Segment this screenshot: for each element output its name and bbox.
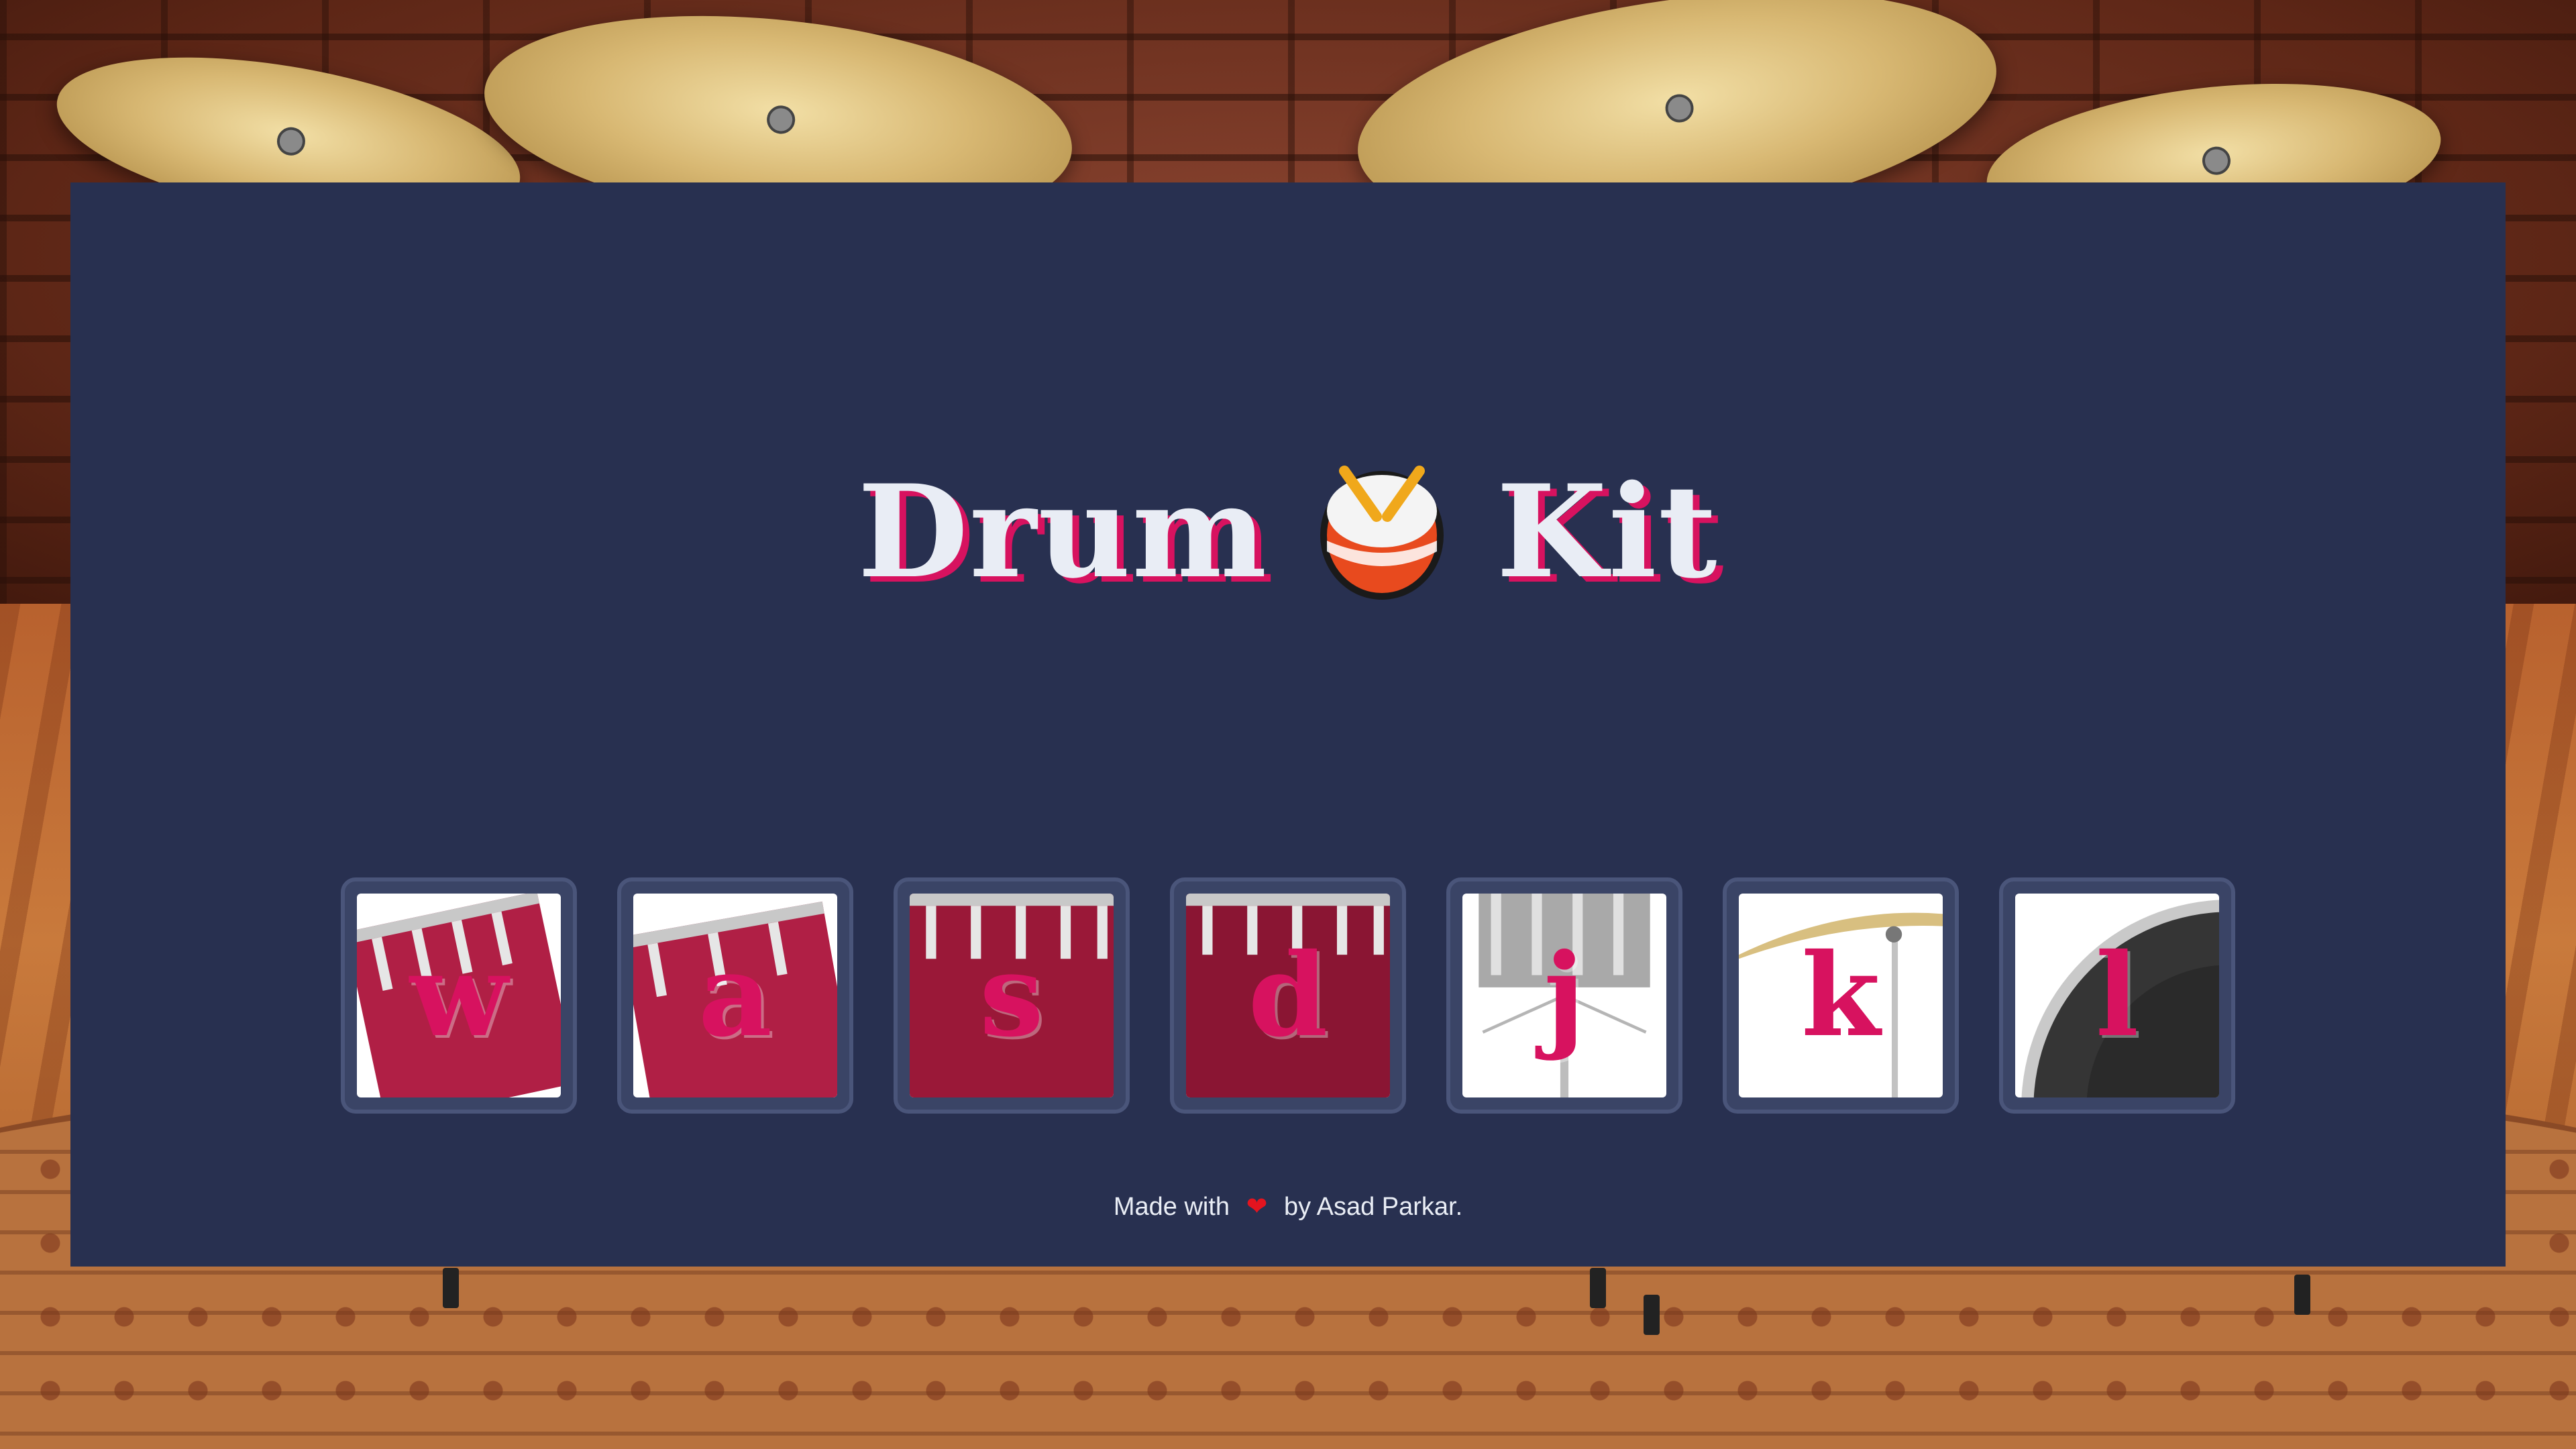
drum-key-face: s bbox=[910, 894, 1114, 1097]
title-word-kit: Kit bbox=[1496, 456, 1719, 606]
drum-key-face: a bbox=[633, 894, 837, 1097]
footer-prefix: Made with bbox=[1113, 1193, 1230, 1221]
key-letter: j bbox=[1544, 928, 1585, 1063]
key-letter: d bbox=[1248, 928, 1328, 1063]
page-title: Drum Kit bbox=[70, 451, 2506, 612]
key-letter: k bbox=[1801, 928, 1880, 1063]
key-letter: a bbox=[698, 928, 773, 1063]
drum-key-a[interactable]: a bbox=[617, 877, 853, 1114]
drum-key-d[interactable]: d bbox=[1170, 877, 1406, 1114]
heart-icon: ❤ bbox=[1246, 1193, 1268, 1221]
drum-stand-leg bbox=[2294, 1275, 2310, 1315]
drum-key-face: j bbox=[1462, 894, 1666, 1097]
drum-emoji-icon bbox=[1320, 466, 1444, 600]
drum-key-face: d bbox=[1186, 894, 1390, 1097]
footer-credit: Made with ❤ by Asad Parkar. bbox=[70, 1191, 2506, 1222]
footer-suffix: by Asad Parkar. bbox=[1284, 1193, 1463, 1221]
key-letter: l bbox=[2095, 928, 2139, 1063]
drum-key-k[interactable]: k bbox=[1723, 877, 1959, 1114]
drum-key-w[interactable]: w bbox=[341, 877, 577, 1114]
drum-stand-leg bbox=[443, 1268, 459, 1308]
drum-key-l[interactable]: l bbox=[1999, 877, 2235, 1114]
drum-key-face: w bbox=[357, 894, 561, 1097]
drum-key-j[interactable]: j bbox=[1446, 877, 1682, 1114]
drum-stand-leg bbox=[1644, 1295, 1660, 1335]
drum-stand-leg bbox=[1590, 1268, 1606, 1308]
drum-kit-panel: Drum Kit w a s d j k l Made with ❤ by As… bbox=[70, 182, 2506, 1267]
drum-key-face: l bbox=[2015, 894, 2219, 1097]
key-letter: w bbox=[409, 928, 508, 1063]
drum-key-s[interactable]: s bbox=[894, 877, 1130, 1114]
drum-key-face: k bbox=[1739, 894, 1943, 1097]
key-letter: s bbox=[979, 928, 1044, 1063]
title-word-drum: Drum bbox=[857, 456, 1269, 606]
drum-keys-row: w a s d j k l bbox=[70, 877, 2506, 1114]
